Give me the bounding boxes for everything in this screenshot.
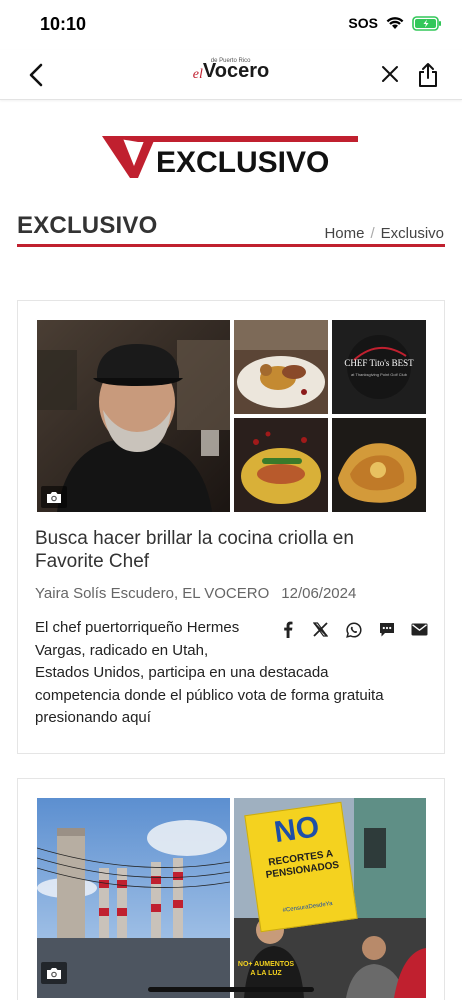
close-icon[interactable] (380, 64, 400, 84)
x-icon[interactable] (312, 621, 329, 638)
page-title: EXCLUSIVO (17, 212, 158, 239)
sms-icon[interactable] (378, 621, 395, 638)
battery-charging-icon (412, 15, 442, 31)
article-author: Yaira Solís Escudero, EL VOCERO (35, 585, 270, 602)
breadcrumb-separator: / (370, 225, 375, 242)
exclusivo-banner: EXCLUSIVO (100, 130, 362, 180)
share-row (279, 621, 428, 638)
logo-el: el (192, 67, 203, 82)
sos-indicator: SOS (348, 15, 378, 31)
status-bar: 10:10 SOS (0, 0, 462, 50)
article-date: 12/06/2024 (281, 585, 357, 602)
whatsapp-icon[interactable] (345, 621, 362, 638)
breadcrumb-current: Exclusivo (380, 225, 444, 242)
section-divider (17, 244, 445, 247)
browser-nav-bar: de Puerto Rico el Vocero (0, 50, 462, 100)
status-time: 10:10 (40, 14, 87, 34)
dish-photo[interactable] (234, 418, 328, 512)
banner-text: EXCLUSIVO (156, 146, 329, 179)
breadcrumb-home[interactable]: Home (324, 225, 364, 242)
shirt-text: NO+ AUMENTOS A LA LUZ (237, 961, 295, 977)
protest-photo[interactable]: NO RECORTES A PENSIONADOS #CensuraDesdeY… (234, 798, 426, 998)
sign-text: RECORTES A PENSIONADOS (265, 848, 340, 881)
camera-icon (41, 486, 67, 508)
status-indicators: SOS (348, 15, 442, 31)
sign-big-text: NO (272, 810, 322, 850)
home-indicator[interactable] (148, 987, 314, 992)
dish-photo[interactable] (234, 320, 328, 414)
share-icon[interactable] (416, 62, 440, 88)
logo-subtext: at Thanksgiving Point Golf Club (351, 372, 407, 377)
logo-tagline: de Puerto Rico (210, 58, 251, 64)
sign-hashtag: #CensuraDesdeYa (282, 900, 333, 914)
article-card[interactable]: CHEF Tito's BEST at Thanksgiving Point G… (17, 300, 445, 754)
wifi-icon (386, 16, 404, 30)
protest-sign: NO RECORTES A PENSIONADOS #CensuraDesdeY… (244, 801, 358, 933)
chevron-left-icon[interactable] (24, 62, 50, 88)
article-card[interactable]: NO RECORTES A PENSIONADOS #CensuraDesdeY… (17, 778, 445, 1000)
power-plant-photo[interactable] (37, 798, 230, 998)
email-icon[interactable] (411, 621, 428, 638)
dish-photo[interactable] (332, 418, 426, 512)
facebook-icon[interactable] (279, 621, 296, 638)
chef-photo[interactable] (37, 320, 230, 512)
article-headline[interactable]: Busca hacer brillar la cocina criolla en… (35, 527, 405, 573)
logo-text: CHEF Tito's BEST (344, 358, 414, 368)
article-byline: Yaira Solís Escudero, EL VOCERO 12/06/20… (35, 585, 356, 602)
chef-titos-best-logo[interactable]: CHEF Tito's BEST at Thanksgiving Point G… (332, 320, 426, 414)
camera-icon (41, 962, 67, 984)
el-vocero-logo[interactable]: de Puerto Rico el Vocero (192, 58, 269, 83)
breadcrumb: Home / Exclusivo (324, 225, 444, 242)
